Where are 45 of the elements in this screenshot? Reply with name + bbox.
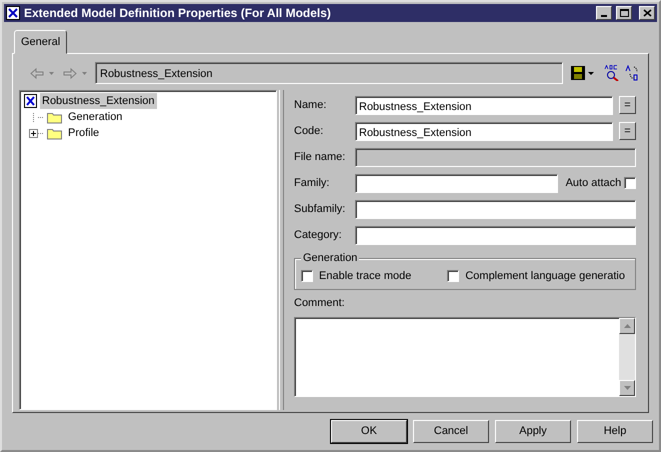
- expand-icon[interactable]: [29, 128, 38, 138]
- input-field[interactable]: [355, 200, 636, 218]
- checkbox-label: Complement language generatio: [465, 269, 625, 284]
- checkbox[interactable]: [624, 177, 636, 189]
- path-field: Robustness_Extension: [95, 62, 563, 84]
- minimize-button[interactable]: [596, 6, 612, 20]
- field-label: Category:: [294, 228, 343, 243]
- dialog-button[interactable]: OK: [331, 420, 407, 443]
- maximize-button[interactable]: [616, 6, 632, 20]
- rename-icon[interactable]: [625, 65, 640, 81]
- input-field[interactable]: Robustness_Extension: [355, 122, 613, 140]
- checkbox-label: Enable trace mode: [319, 269, 412, 284]
- tree-item[interactable]: Generation: [66, 108, 124, 126]
- field-label: File name:: [294, 150, 346, 165]
- app-icon: [6, 6, 20, 20]
- window-title: Extended Model Definition Properties (For All Models): [24, 5, 332, 22]
- close-icon: [642, 9, 652, 17]
- input-field[interactable]: [355, 226, 636, 244]
- field-label: Family:: [294, 176, 330, 191]
- field-label: Name:: [294, 98, 328, 113]
- dialog-button[interactable]: Help: [577, 420, 653, 443]
- tab[interactable]: General: [14, 30, 68, 54]
- input-field[interactable]: Robustness_Extension: [355, 96, 613, 114]
- tree-item[interactable]: Profile: [66, 124, 102, 142]
- spell-check-icon[interactable]: [604, 65, 619, 81]
- equals-button[interactable]: =: [619, 122, 636, 140]
- save-icon[interactable]: [571, 66, 585, 80]
- field-label: Code:: [294, 124, 324, 139]
- checkbox[interactable]: [447, 270, 460, 282]
- checkbox[interactable]: [301, 270, 313, 282]
- input-field[interactable]: [355, 174, 558, 192]
- field-label: Subfamily:: [294, 202, 346, 217]
- equals-button[interactable]: =: [619, 96, 636, 114]
- dialog-button[interactable]: Apply: [495, 420, 571, 443]
- caret-icon[interactable]: [588, 72, 594, 74]
- dialog-button[interactable]: Cancel: [413, 420, 489, 443]
- model-icon: [24, 94, 37, 108]
- field-label: Comment:: [294, 296, 346, 311]
- checkbox-label: Auto attach: [566, 176, 622, 191]
- maximize-icon: [620, 9, 629, 17]
- splitter[interactable]: [279, 90, 284, 410]
- tree-item[interactable]: Robustness_Extension: [40, 92, 157, 110]
- comment-field[interactable]: [294, 316, 636, 396]
- close-button[interactable]: [639, 6, 655, 20]
- folder-icon: [47, 126, 63, 140]
